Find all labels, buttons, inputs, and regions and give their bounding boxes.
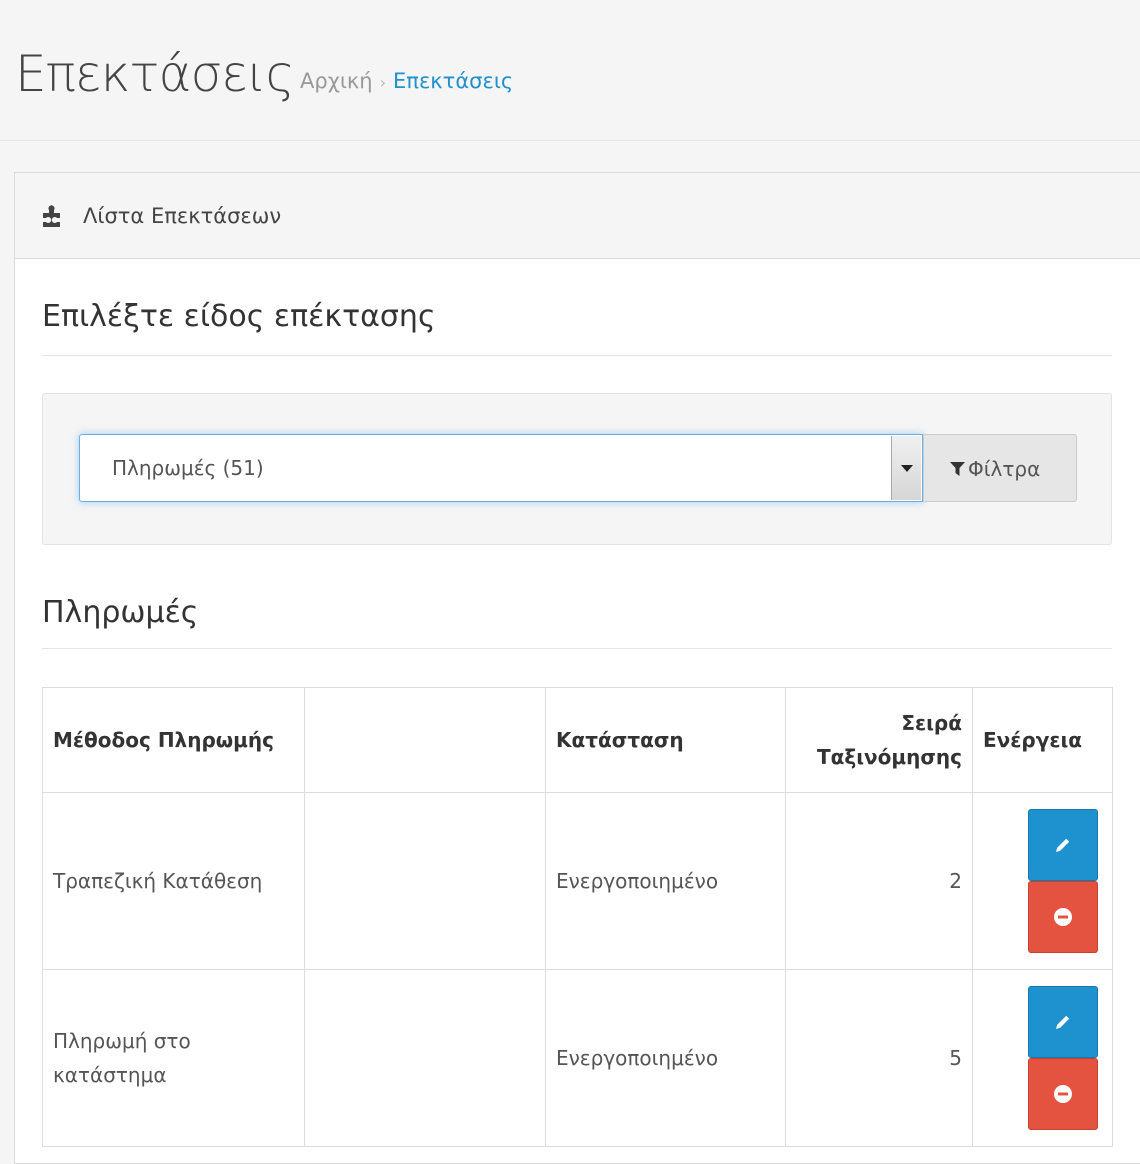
sort-order-cell: 5 [785, 969, 973, 1147]
filter-icon [950, 461, 965, 480]
uninstall-button[interactable] [1028, 1058, 1098, 1130]
status-cell: Ενεργοποιημένο [545, 969, 786, 1147]
chevron-down-icon[interactable] [891, 436, 921, 500]
divider [42, 355, 1112, 356]
page-title: Επεκτάσεις [15, 45, 295, 103]
column-header-method[interactable]: Μέθοδος Πληρωμής [42, 687, 305, 793]
action-cell [972, 969, 1113, 1147]
panel-heading: Λίστα Επεκτάσεων [15, 173, 1140, 259]
table-row: Πληρωμή στο κατάστημα Ενεργοποιημένο 5 [42, 969, 1113, 1147]
uninstall-button[interactable] [1028, 881, 1098, 953]
column-header-blank [304, 687, 546, 793]
pencil-icon [1056, 838, 1070, 852]
filter-button-label: Φίλτρα [968, 457, 1041, 481]
method-cell: Τραπεζική Κατάθεση [42, 792, 305, 970]
divider [42, 648, 1112, 649]
minus-circle-icon [1054, 908, 1072, 926]
payments-table: Μέθοδος Πληρωμής Κατάσταση Σειρά Ταξινόμ… [42, 687, 1113, 1147]
breadcrumb-current-link[interactable]: Επεκτάσεις [393, 69, 513, 93]
filter-button[interactable]: Φίλτρα [923, 434, 1077, 502]
extension-list-panel: Λίστα Επεκτάσεων Επιλέξτε είδος επέκταση… [14, 172, 1140, 1164]
sort-order-cell: 2 [785, 792, 973, 970]
panel-title: Λίστα Επεκτάσεων [83, 204, 282, 228]
extension-type-select-value: Πληρωμές (51) [112, 456, 264, 480]
extra-cell [304, 969, 546, 1147]
breadcrumb-home-link[interactable]: Αρχική [300, 69, 373, 93]
filter-well: Πληρωμές (51) Φίλτρα [42, 393, 1112, 545]
column-header-action: Ενέργεια [972, 687, 1113, 793]
breadcrumb: Αρχική › Επεκτάσεις [300, 68, 513, 96]
method-cell: Πληρωμή στο κατάστημα [42, 969, 305, 1147]
minus-circle-icon [1054, 1085, 1072, 1103]
extra-cell [304, 792, 546, 970]
action-cell [972, 792, 1113, 970]
edit-button[interactable] [1028, 986, 1098, 1058]
column-header-sort-order[interactable]: Σειρά Ταξινόμησης [785, 687, 973, 793]
edit-button[interactable] [1028, 809, 1098, 881]
puzzle-icon [41, 205, 65, 231]
column-header-status[interactable]: Κατάσταση [545, 687, 786, 793]
pencil-icon [1056, 1015, 1070, 1029]
table-row: Τραπεζική Κατάθεση Ενεργοποιημένο 2 [42, 792, 1113, 970]
breadcrumb-separator: › [379, 73, 387, 92]
payments-heading: Πληρωμές [42, 595, 199, 630]
table-header-row: Μέθοδος Πληρωμής Κατάσταση Σειρά Ταξινόμ… [42, 687, 1113, 793]
extension-type-select[interactable]: Πληρωμές (51) [79, 434, 923, 502]
choose-type-heading: Επιλέξτε είδος επέκτασης [42, 299, 436, 334]
page-header: Επεκτάσεις Αρχική › Επεκτάσεις [0, 0, 1140, 141]
status-cell: Ενεργοποιημένο [545, 792, 786, 970]
